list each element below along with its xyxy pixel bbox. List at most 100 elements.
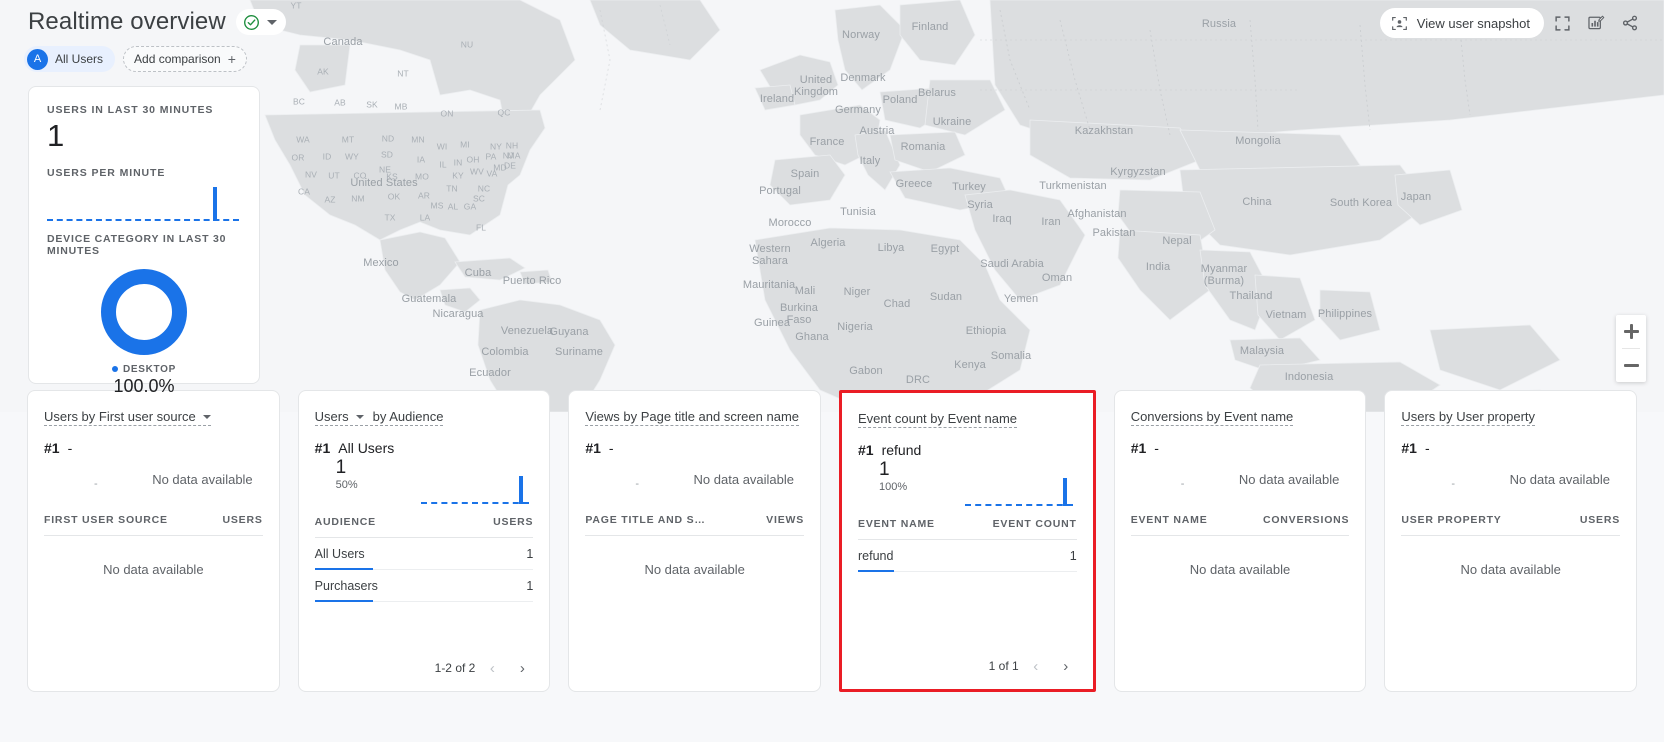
map-state-label: UT bbox=[328, 171, 340, 180]
map-state-label: WV bbox=[470, 167, 484, 176]
map-label: Italy bbox=[860, 155, 881, 167]
map-label: Chad bbox=[884, 298, 911, 310]
card-title[interactable]: Conversions by Event name bbox=[1131, 409, 1294, 426]
realtime-card: Conversions by Event name#1--No data ava… bbox=[1114, 390, 1367, 692]
map-label: Morocco bbox=[769, 217, 812, 229]
map-zoom-out-button[interactable] bbox=[1616, 349, 1646, 382]
all-users-chip[interactable]: A All Users bbox=[24, 46, 115, 72]
add-comparison-button[interactable]: Add comparison + bbox=[123, 46, 247, 72]
map-label: Romania bbox=[901, 141, 946, 153]
pager-prev-button[interactable]: ‹ bbox=[1023, 653, 1049, 679]
table-row[interactable]: refund1 bbox=[858, 540, 1077, 572]
card-rank-row: #1- bbox=[1131, 440, 1350, 456]
map-label: Egypt bbox=[931, 243, 960, 255]
card-title-metric[interactable]: Users bbox=[315, 409, 349, 424]
map-label: BurkinaFaso bbox=[780, 302, 818, 326]
card-title[interactable]: Users by First user source bbox=[44, 409, 211, 426]
users-per-minute-caption: USERS PER MINUTE bbox=[47, 167, 241, 179]
realtime-status-chip[interactable] bbox=[236, 9, 286, 35]
rank-name: - bbox=[609, 440, 614, 456]
device-donut-chart bbox=[101, 269, 187, 355]
map-state-label: BC bbox=[293, 97, 305, 106]
legend-label-desktop: DESKTOP bbox=[123, 364, 176, 375]
pager-next-button[interactable]: › bbox=[1053, 653, 1079, 679]
map-state-label: MB bbox=[395, 102, 408, 111]
table-pager: 1-2 of 2‹› bbox=[435, 655, 536, 681]
map-label: Nicaragua bbox=[432, 308, 483, 320]
pager-next-button[interactable]: › bbox=[509, 655, 535, 681]
column-header-metric: VIEWS bbox=[766, 514, 804, 526]
map-state-label: AR bbox=[418, 191, 430, 200]
table-row[interactable]: All Users 1 bbox=[315, 538, 534, 570]
column-header-metric: USERS bbox=[1580, 514, 1620, 526]
row-metric: 1 bbox=[526, 547, 533, 561]
row-bar bbox=[315, 600, 373, 602]
column-header-metric: EVENT COUNT bbox=[993, 518, 1077, 530]
map-label: Ireland bbox=[760, 93, 794, 105]
users-last-30-value: 1 bbox=[47, 118, 241, 155]
map-state-label: ND bbox=[382, 134, 394, 143]
view-user-snapshot-button[interactable]: View user snapshot bbox=[1380, 8, 1544, 38]
metric-value: 1 bbox=[879, 460, 1077, 481]
pager-prev-button[interactable]: ‹ bbox=[479, 655, 505, 681]
realtime-card: Event count by Event name#1refund1100%EV… bbox=[839, 390, 1096, 692]
fullscreen-icon[interactable] bbox=[1546, 8, 1578, 38]
map-state-label: CA bbox=[298, 187, 310, 196]
table-header-row: USER PROPERTYUSERS bbox=[1401, 514, 1620, 536]
chevron-down-icon[interactable] bbox=[356, 415, 364, 419]
user-snapshot-icon bbox=[1391, 15, 1408, 32]
map-label: Japan bbox=[1401, 191, 1431, 203]
device-legend: DESKTOP bbox=[47, 364, 241, 375]
chevron-down-icon[interactable] bbox=[267, 20, 277, 25]
map-label: Philippines bbox=[1318, 308, 1372, 320]
map-state-label: MT bbox=[342, 135, 354, 144]
map-label: Oman bbox=[1042, 272, 1072, 284]
map-label: Vietnam bbox=[1266, 309, 1307, 321]
row-dimension: All Users bbox=[315, 547, 365, 561]
card-title[interactable]: Views by Page title and screen name bbox=[585, 409, 799, 426]
card-rank-row: #1refund bbox=[858, 442, 1077, 458]
card-title-text: Users by User property bbox=[1401, 409, 1535, 424]
table-row[interactable]: Purchasers1 bbox=[315, 570, 534, 602]
realtime-card: Usersby Audience#1All Users150%AUDIENCEU… bbox=[298, 390, 551, 692]
table-header-row: EVENT NAMECONVERSIONS bbox=[1131, 514, 1350, 536]
device-donut-wrap bbox=[47, 269, 241, 355]
card-title[interactable]: Users by User property bbox=[1401, 409, 1535, 426]
nodata-dash: - bbox=[94, 478, 98, 490]
table-empty-message: No data available bbox=[585, 562, 804, 577]
map-state-label: FL bbox=[476, 223, 486, 232]
map-state-label: ON bbox=[441, 109, 454, 118]
map-label: Poland bbox=[883, 94, 918, 106]
row-dimension: Purchasers bbox=[315, 579, 378, 593]
metric-sparkline-bar bbox=[1063, 478, 1067, 506]
card-title[interactable]: Usersby Audience bbox=[315, 409, 444, 426]
chevron-down-icon[interactable] bbox=[203, 415, 211, 419]
legend-dot-desktop bbox=[112, 366, 118, 372]
map-state-label: SD bbox=[381, 150, 393, 159]
map-state-label: MN bbox=[411, 135, 424, 144]
map-zoom-controls[interactable] bbox=[1616, 315, 1646, 382]
share-icon[interactable] bbox=[1614, 8, 1646, 38]
rank-number: #1 bbox=[1401, 440, 1417, 456]
map-state-label: WI bbox=[437, 142, 448, 151]
edit-chart-icon[interactable] bbox=[1580, 8, 1612, 38]
map-state-label: MI bbox=[460, 140, 470, 149]
map-label: Suriname bbox=[555, 346, 603, 358]
map-label: China bbox=[1242, 196, 1271, 208]
users-last-30-caption: USERS IN LAST 30 MINUTES bbox=[47, 104, 241, 116]
map-state-label: KY bbox=[452, 171, 464, 180]
row-metric: 1 bbox=[1070, 549, 1077, 563]
map-label: Yemen bbox=[1004, 293, 1038, 305]
map-state-label: QC bbox=[498, 108, 511, 117]
metric-sparkline-baseline bbox=[965, 504, 1073, 506]
sparkline-baseline bbox=[47, 219, 239, 221]
card-title-text: Views by Page title and screen name bbox=[585, 409, 799, 424]
check-circle-icon bbox=[243, 14, 260, 31]
map-label: Turkmenistan bbox=[1039, 180, 1106, 192]
title-row: Realtime overview bbox=[28, 8, 286, 36]
column-header-dimension: FIRST USER SOURCE bbox=[44, 514, 168, 526]
map-label: Algeria bbox=[811, 237, 846, 249]
map-zoom-in-button[interactable] bbox=[1616, 315, 1646, 348]
card-title[interactable]: Event count by Event name bbox=[858, 411, 1017, 428]
column-header-dimension: EVENT NAME bbox=[1131, 514, 1208, 526]
